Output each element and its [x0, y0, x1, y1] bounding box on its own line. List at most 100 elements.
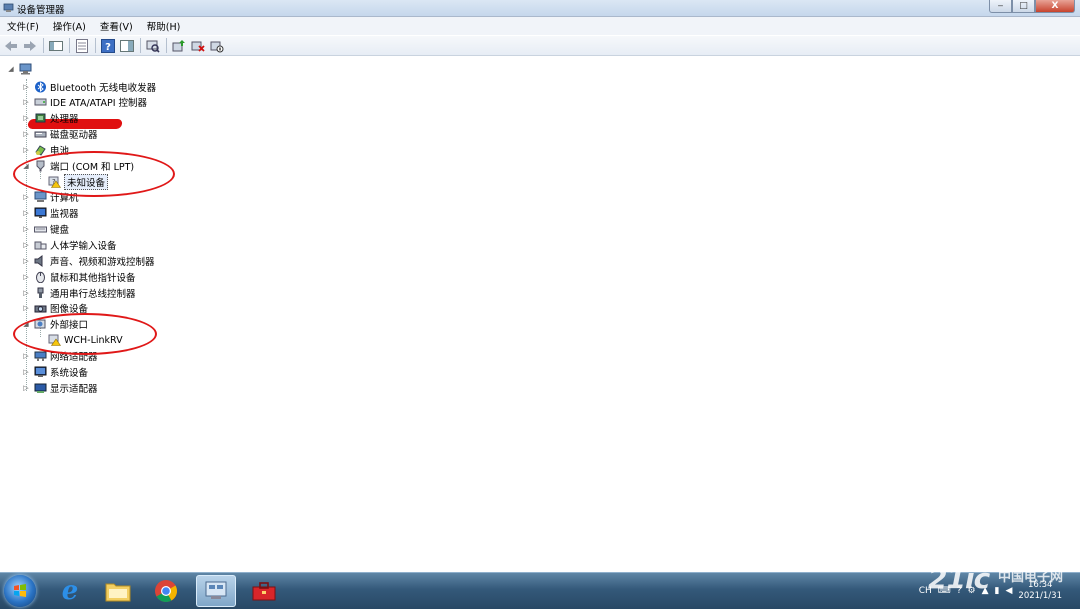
menu-action[interactable]: 操作(A) — [46, 19, 93, 33]
window-title: 设备管理器 — [17, 5, 65, 16]
taskbar-explorer[interactable] — [98, 575, 138, 607]
expand-arrow-icon[interactable]: ▷ — [22, 384, 30, 392]
tree-root-row[interactable]: ◢ — [7, 61, 35, 76]
show-hide-console-tree-icon[interactable] — [48, 38, 64, 54]
tree-item-label: Bluetooth 无线电收发器 — [50, 82, 157, 94]
keyboard-icon — [34, 226, 47, 233]
disable-device-icon[interactable] — [209, 38, 225, 54]
volume-icon[interactable]: ◀ — [1005, 586, 1012, 596]
clock-date: 2021/1/31 — [1018, 591, 1062, 601]
expand-arrow-icon[interactable]: ▷ — [22, 241, 30, 249]
expand-arrow-icon[interactable]: ▷ — [22, 273, 30, 281]
expand-arrow-icon[interactable]: ▷ — [22, 225, 30, 233]
tree-item-processor[interactable]: ▷ 处理器 — [22, 111, 79, 126]
title-bar: 设备管理器 ‒ □ X — [0, 0, 1080, 17]
computer-icon — [34, 191, 47, 203]
expand-arrow-icon[interactable]: ▷ — [22, 368, 30, 376]
tree-item-display-adapters[interactable]: ▷ 显示适配器 — [22, 380, 98, 395]
tree-item-label: 鼠标和其他指针设备 — [50, 272, 136, 284]
tree-item-label: 系统设备 — [50, 367, 89, 379]
internet-explorer-icon: e — [61, 576, 79, 606]
tree-item-label: 磁盘驱动器 — [50, 130, 98, 142]
chrome-icon — [155, 580, 177, 602]
watermark-text: 中国电子网 — [998, 570, 1064, 585]
bluetooth-icon — [35, 81, 46, 92]
device-tree[interactable]: ◢ ▷ Bluetooth 无线电收发器 ▷ IDE ATA/ATAPI 控制器 ▷ 处理… — [0, 57, 1080, 560]
update-driver-icon[interactable] — [171, 38, 187, 54]
expand-arrow-icon[interactable]: ▷ — [22, 98, 30, 106]
expand-arrow-icon[interactable]: ▷ — [22, 130, 30, 138]
tree-item-bluetooth[interactable]: ▷ Bluetooth 无线电收发器 — [22, 79, 156, 94]
toolbar-separator — [95, 38, 96, 53]
tree-item-system-devices[interactable]: ▷ 系统设备 — [22, 364, 88, 379]
tree-item-hid[interactable]: ▷ 人体学输入设备 — [22, 238, 116, 253]
system-device-icon — [34, 366, 47, 377]
taskbar-chrome[interactable] — [146, 575, 186, 607]
tree-item-label: 键盘 — [50, 225, 70, 237]
annotation-ellipse-external — [13, 313, 157, 355]
tree-item-label: 通用串行总线控制器 — [50, 288, 136, 300]
tree-item-mice[interactable]: ▷ 鼠标和其他指针设备 — [22, 269, 136, 284]
back-icon[interactable] — [3, 38, 19, 54]
menu-file[interactable]: 文件(F) — [0, 19, 46, 33]
tree-item-label: 监视器 — [50, 209, 79, 221]
tree-item-ide-ata-atapi[interactable]: ▷ IDE ATA/ATAPI 控制器 — [22, 95, 147, 110]
toolbar-separator — [69, 38, 70, 53]
tree-item-sound-video-game[interactable]: ▷ 声音、视频和游戏控制器 — [22, 253, 155, 268]
processor-icon — [35, 113, 46, 123]
usb-icon — [37, 287, 44, 298]
root-expander-icon[interactable]: ◢ — [7, 65, 15, 73]
windows-logo-icon — [14, 584, 26, 597]
toolbox-icon — [252, 582, 276, 601]
network-adapter-icon — [34, 351, 47, 361]
maximize-button[interactable]: □ — [1012, 0, 1035, 13]
taskbar-ie[interactable]: e — [50, 575, 90, 607]
tree-item-keyboards[interactable]: ▷ 键盘 — [22, 222, 69, 237]
expand-arrow-icon[interactable]: ▷ — [22, 114, 30, 122]
toolbar: ? — [0, 36, 1080, 56]
tree-item-label: 处理器 — [50, 114, 79, 126]
toolbar-separator — [140, 38, 141, 53]
tree-item-label: IDE ATA/ATAPI 控制器 — [50, 98, 148, 110]
taskbar: e CH ⌨ ? ⚙ ▲ ▮ ◀ 16:34 2021/1/31 — [0, 572, 1080, 609]
mouse-icon — [36, 271, 45, 283]
properties-icon[interactable] — [74, 38, 90, 54]
tree-item-usb-controllers[interactable]: ▷ 通用串行总线控制器 — [22, 285, 136, 300]
uninstall-icon[interactable] — [190, 38, 206, 54]
tree-item-label: 显示适配器 — [50, 383, 98, 395]
tree-item-label: 声音、视频和游戏控制器 — [50, 256, 155, 268]
sound-icon — [34, 254, 43, 267]
start-button[interactable] — [4, 575, 36, 607]
watermark-logo: 21ic — [928, 562, 990, 595]
expand-arrow-icon[interactable]: ▷ — [22, 209, 30, 217]
svg-text:?: ? — [105, 42, 111, 53]
toolbar-separator — [166, 38, 167, 53]
folder-icon — [105, 583, 131, 602]
forward-icon[interactable] — [22, 38, 38, 54]
help-icon[interactable]: ? — [100, 38, 116, 54]
expand-arrow-icon[interactable]: ▷ — [22, 257, 30, 265]
action-pane-icon[interactable] — [119, 38, 135, 54]
minimize-button[interactable]: ‒ — [989, 0, 1012, 13]
device-manager-icon — [3, 3, 14, 12]
menu-help[interactable]: 帮助(H) — [140, 19, 188, 33]
expand-arrow-icon[interactable]: ▷ — [22, 83, 30, 91]
menu-view[interactable]: 查看(V) — [93, 19, 140, 33]
expand-arrow-icon[interactable]: ▷ — [22, 289, 30, 297]
taskbar-device-manager[interactable] — [196, 575, 236, 607]
expand-arrow-icon[interactable]: ▷ — [22, 304, 30, 312]
expand-arrow-icon[interactable]: ▷ — [22, 193, 30, 201]
battery-icon — [35, 145, 46, 156]
network-icon[interactable]: ▮ — [995, 586, 1000, 596]
close-button[interactable]: X — [1035, 0, 1075, 13]
monitor-icon — [34, 207, 47, 219]
display-adapter-icon — [34, 383, 47, 393]
expand-arrow-icon[interactable]: ▷ — [22, 352, 30, 360]
disk-drive-icon — [34, 131, 47, 138]
tree-item-monitors[interactable]: ▷ 监视器 — [22, 206, 79, 221]
scan-hardware-icon[interactable] — [145, 38, 161, 54]
tree-item-disk-drives[interactable]: ▷ 磁盘驱动器 — [22, 127, 98, 142]
toolbar-separator — [43, 38, 44, 53]
expand-arrow-icon[interactable]: ▷ — [22, 146, 30, 154]
taskbar-toolbox-app[interactable] — [244, 575, 284, 607]
